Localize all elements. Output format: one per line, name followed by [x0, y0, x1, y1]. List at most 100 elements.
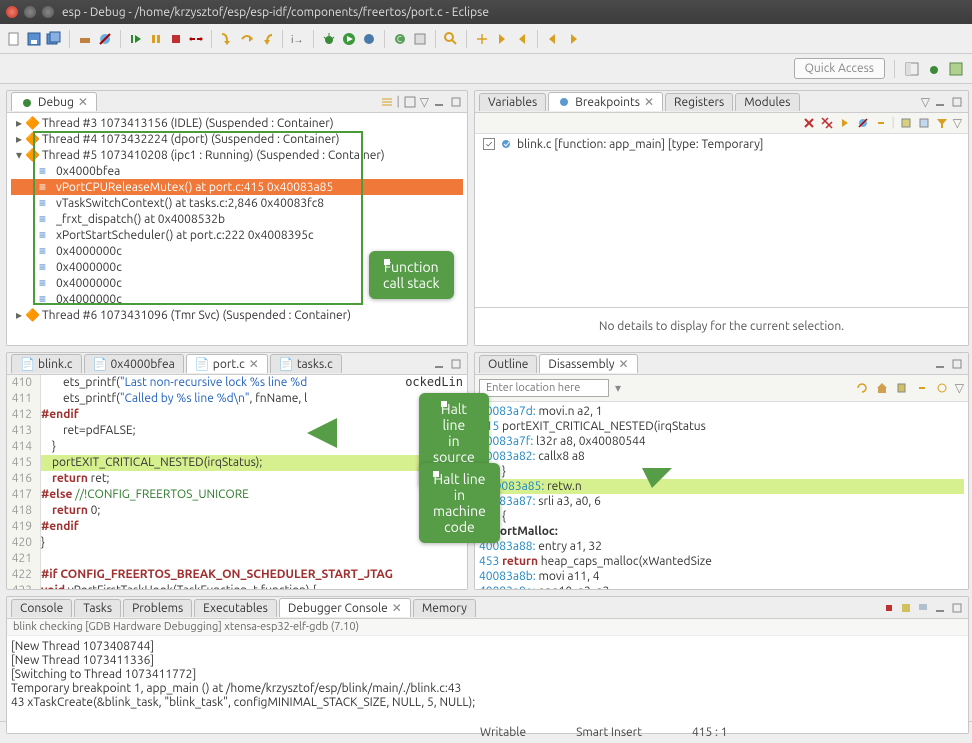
tab-modules[interactable]: Modules: [735, 93, 799, 111]
maximize-icon[interactable]: [449, 95, 463, 109]
collapse-icon[interactable]: [380, 95, 394, 109]
window-minimize-button[interactable]: [24, 6, 36, 18]
thread-row[interactable]: ▸🔶Thread #6 1073431096 (Tmr Svc) (Suspen…: [11, 307, 463, 323]
stack-frame[interactable]: ≡_frxt_dispatch() at 0x4008532b: [11, 211, 463, 227]
thread-row[interactable]: ▸🔶Thread #4 1073432224 (dport) (Suspende…: [11, 131, 463, 147]
tab-registers[interactable]: Registers: [665, 93, 733, 111]
link-icon[interactable]: [874, 116, 888, 130]
minimize-icon[interactable]: [933, 95, 947, 109]
resume-icon[interactable]: [128, 31, 144, 47]
tab-breakpoints[interactable]: Breakpoints✕: [548, 92, 663, 111]
debug-perspective-icon[interactable]: [926, 61, 942, 77]
console-output[interactable]: [New Thread 1073408744][New Thread 10734…: [7, 636, 968, 733]
close-icon[interactable]: ✕: [392, 601, 402, 615]
window-maximize-button[interactable]: [42, 6, 54, 18]
filter-icon[interactable]: [935, 116, 949, 130]
open-type-icon[interactable]: [412, 31, 428, 47]
debug-icon[interactable]: [321, 31, 337, 47]
build-icon[interactable]: [77, 31, 93, 47]
breakpoint-checkbox[interactable]: ✓: [483, 138, 495, 150]
close-icon[interactable]: ✕: [249, 357, 259, 371]
minimize-icon[interactable]: [432, 357, 446, 371]
quick-access-button[interactable]: Quick Access: [794, 58, 885, 79]
maximize-icon[interactable]: [950, 357, 964, 371]
step-over-icon[interactable]: [239, 31, 255, 47]
maximize-icon[interactable]: [950, 95, 964, 109]
save-all-icon[interactable]: [46, 31, 62, 47]
refresh-icon[interactable]: [855, 381, 869, 395]
step-into-icon[interactable]: [219, 31, 235, 47]
view-menu-icon[interactable]: [403, 95, 417, 109]
back-icon[interactable]: [545, 31, 561, 47]
search-icon[interactable]: [443, 31, 459, 47]
stack-frame[interactable]: ≡xPortStartScheduler() at port.c:222 0x4…: [11, 227, 463, 243]
tab-disassembly[interactable]: Disassembly✕: [539, 354, 637, 373]
tab-tasks[interactable]: Tasks: [74, 599, 121, 617]
forward-icon[interactable]: [565, 31, 581, 47]
new-class-icon[interactable]: C: [392, 31, 408, 47]
tab-executables[interactable]: Executables: [194, 599, 277, 617]
tab-problems[interactable]: Problems: [123, 599, 192, 617]
source-code-area[interactable]: 410 ets_printf("Last non-recursive lock …: [7, 375, 467, 589]
run-icon[interactable]: [341, 31, 357, 47]
c-perspective-icon[interactable]: [948, 61, 964, 77]
window-close-button[interactable]: [6, 6, 18, 18]
maximize-icon[interactable]: [449, 357, 463, 371]
stack-frame-selected[interactable]: ≡vPortCPUReleaseMutex() at port.c:415 0x…: [11, 179, 463, 195]
goto-icon[interactable]: [838, 116, 852, 130]
minimize-icon[interactable]: [432, 95, 446, 109]
copy-icon[interactable]: [895, 381, 909, 395]
editor-tab-port[interactable]: 📄port.c✕: [186, 354, 268, 373]
expand-icon[interactable]: [899, 116, 913, 130]
tab-debugger-console[interactable]: Debugger Console✕: [279, 598, 411, 617]
save-icon[interactable]: [26, 31, 42, 47]
next-annotation-icon[interactable]: [494, 31, 510, 47]
terminate-icon[interactable]: [168, 31, 184, 47]
close-icon[interactable]: ✕: [619, 357, 629, 371]
memory-icon: 📄: [93, 357, 107, 371]
new-icon[interactable]: [6, 31, 22, 47]
tab-memory[interactable]: Memory: [413, 599, 476, 617]
tab-outline[interactable]: Outline: [479, 355, 537, 373]
link-icon[interactable]: [915, 381, 929, 395]
skip-icon[interactable]: [856, 116, 870, 130]
collapse-all-icon[interactable]: [917, 116, 931, 130]
location-input[interactable]: [479, 379, 609, 397]
pin-icon[interactable]: [899, 601, 913, 615]
tab-debug[interactable]: Debug ✕: [11, 92, 97, 111]
minimize-icon[interactable]: [933, 601, 947, 615]
editor-tab-addr[interactable]: 📄0x4000bfea: [84, 354, 184, 373]
breakpoint-entry[interactable]: ✓ blink.c [function: app_main] [type: Te…: [475, 134, 968, 154]
frame-icon: ≡: [39, 196, 53, 210]
stack-frame[interactable]: ≡0x4000bfea: [11, 163, 463, 179]
suspend-icon[interactable]: [148, 31, 164, 47]
close-icon[interactable]: ✕: [78, 95, 88, 109]
thread-row[interactable]: ▸🔶Thread #3 1073413156 (IDLE) (Suspended…: [11, 115, 463, 131]
disconnect-icon[interactable]: [188, 31, 204, 47]
profile-icon[interactable]: [361, 31, 377, 47]
instruction-step-icon[interactable]: i→: [290, 31, 306, 47]
window-title: esp - Debug - /home/krzysztof/esp/esp-id…: [62, 6, 489, 19]
disassembly-area[interactable]: 40083a7d: movi.n a2, 1415 portEXIT_CRITI…: [475, 402, 968, 589]
display-icon[interactable]: [916, 601, 930, 615]
maximize-icon[interactable]: [950, 601, 964, 615]
remove-all-icon[interactable]: [820, 116, 834, 130]
terminate-icon[interactable]: [882, 601, 896, 615]
thread-row[interactable]: ▾🔶Thread #5 1073410208 (ipc1 : Running) …: [11, 147, 463, 163]
sync-icon[interactable]: [935, 381, 949, 395]
tab-console[interactable]: Console: [11, 599, 72, 617]
close-icon[interactable]: ✕: [644, 95, 654, 109]
debug-tree[interactable]: ▸🔶Thread #3 1073413156 (IDLE) (Suspended…: [7, 113, 467, 345]
prev-annotation-icon[interactable]: [514, 31, 530, 47]
minimize-icon[interactable]: [933, 357, 947, 371]
stack-frame[interactable]: ≡vTaskSwitchContext() at tasks.c:2,846 0…: [11, 195, 463, 211]
step-return-icon[interactable]: [259, 31, 275, 47]
tab-variables[interactable]: Variables: [479, 93, 546, 111]
toggle-mark-icon[interactable]: [474, 31, 490, 47]
editor-tab-tasks[interactable]: 📄tasks.c: [270, 354, 342, 373]
open-perspective-icon[interactable]: [904, 61, 920, 77]
skip-breakpoints-icon[interactable]: [97, 31, 113, 47]
remove-icon[interactable]: [802, 116, 816, 130]
editor-tab-blink[interactable]: 📄blink.c: [11, 354, 82, 373]
home-icon[interactable]: [875, 381, 889, 395]
